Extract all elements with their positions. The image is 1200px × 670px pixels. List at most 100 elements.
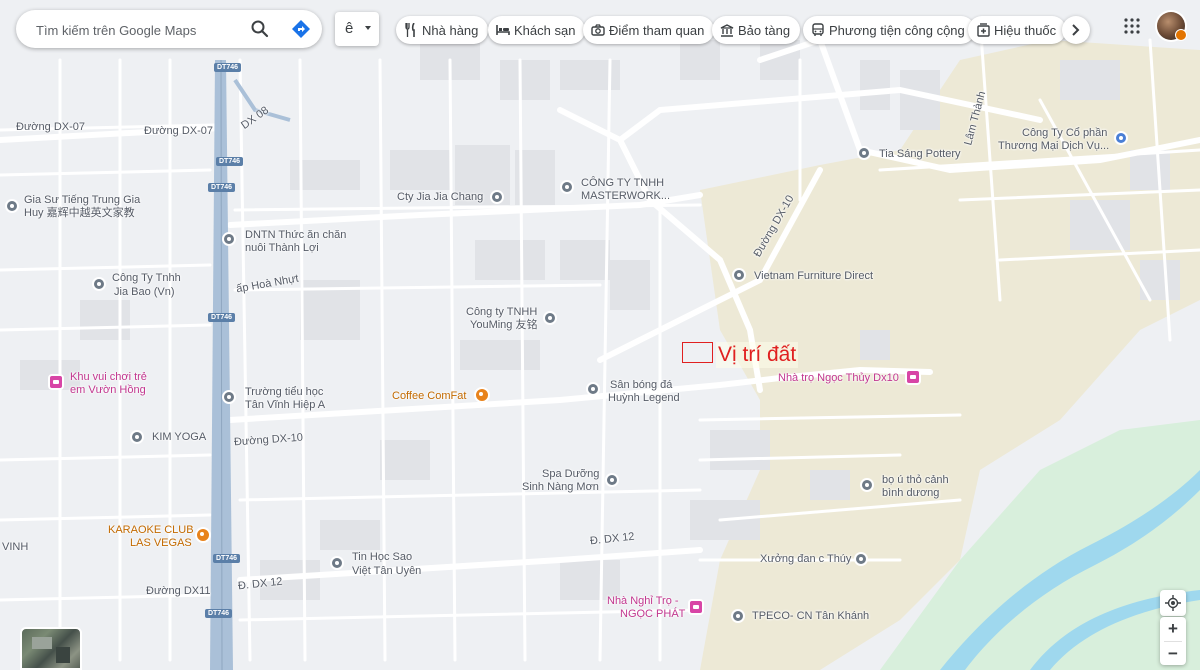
place-pin[interactable] [222, 390, 236, 404]
chip-label: Hiệu thuốc [994, 22, 1057, 38]
place-label[interactable]: Vietnam Furniture Direct [754, 270, 873, 283]
search-box [16, 10, 322, 48]
place-pin[interactable] [605, 473, 619, 487]
place-pin[interactable] [195, 527, 211, 543]
place-label[interactable]: YouMing 友铭 [470, 319, 537, 332]
place-label[interactable]: Việt Tân Uyên [352, 565, 421, 578]
place-label[interactable]: bình dương [882, 487, 939, 500]
place-label[interactable]: Công Ty Tnhh [112, 272, 181, 285]
place-pin[interactable] [5, 199, 19, 213]
place-label[interactable]: Huỳnh Legend [608, 392, 680, 405]
place-pin[interactable] [330, 556, 344, 570]
bus-icon [811, 23, 825, 37]
place-label[interactable]: Cty Jia Jia Chang [397, 191, 483, 204]
chevron-right-icon [1071, 23, 1081, 42]
zoom-in-icon[interactable]: + [1160, 617, 1186, 641]
pharmacy-icon [976, 23, 990, 37]
zoom-out-icon[interactable]: − [1160, 642, 1186, 665]
place-pin[interactable] [688, 599, 704, 615]
place-label[interactable]: CÔNG TY TNHH [581, 177, 664, 190]
bed-icon [496, 23, 510, 37]
place-pin[interactable] [731, 609, 745, 623]
satellite-texture [32, 637, 52, 649]
place-pin[interactable] [48, 374, 64, 390]
place-pin[interactable] [92, 277, 106, 291]
place-pin[interactable] [905, 369, 921, 385]
place-label[interactable]: Coffee ComFat [392, 390, 466, 403]
place-label[interactable]: Sân bóng đá [610, 379, 672, 392]
chip-label: Khách sạn [514, 22, 576, 38]
place-label[interactable]: NGỌC PHÁT [620, 608, 685, 621]
place-label[interactable]: KIM YOGA [152, 431, 206, 444]
place-label[interactable]: Jia Bao (Vn) [114, 286, 175, 299]
map-canvas[interactable] [0, 0, 1200, 670]
chip-transit[interactable]: Phương tiện công cộng [803, 16, 975, 44]
place-pin[interactable] [543, 311, 557, 325]
chip-label: Bảo tàng [738, 22, 791, 38]
place-pin[interactable] [1114, 131, 1128, 145]
road-label: Đường DX-07 [144, 125, 213, 137]
place-pin[interactable] [474, 387, 490, 403]
road-shield: DT746 [205, 609, 233, 618]
place-label[interactable]: Sinh Nàng Mơn [522, 481, 599, 494]
chip-restaurants[interactable]: Nhà hàng [396, 16, 489, 44]
chevron-down-icon [365, 26, 371, 30]
directions-icon[interactable] [290, 18, 312, 40]
chips-next-button[interactable] [1062, 16, 1090, 44]
place-label[interactable]: Xưởng đan c Thúy [760, 553, 851, 566]
place-label[interactable]: bọ ú thỏ cảnh [882, 474, 949, 487]
land-location-label: Vị trí đất [716, 342, 799, 368]
place-label[interactable]: Nhà Nghỉ Trọ - [607, 595, 679, 608]
language-button[interactable]: ê [335, 12, 379, 46]
place-label[interactable]: LAS VEGAS [130, 537, 192, 550]
place-pin[interactable] [857, 146, 871, 160]
chip-pharmacies[interactable]: Hiệu thuốc [968, 16, 1067, 44]
place-label[interactable]: Gia Sư Tiếng Trung Gia [24, 194, 140, 207]
place-label[interactable]: Công ty TNHH [466, 306, 537, 319]
place-label[interactable]: Tân Vĩnh Hiệp A [245, 399, 325, 412]
language-label: ê [345, 20, 354, 37]
place-pin[interactable] [130, 430, 144, 444]
chip-hotels[interactable]: Khách sạn [488, 16, 586, 44]
museum-icon [720, 23, 734, 37]
place-label[interactable]: Tia Sáng Pottery [879, 148, 961, 161]
fork-knife-icon [404, 23, 418, 37]
layers-thumbnail[interactable] [20, 627, 82, 670]
place-pin[interactable] [854, 552, 868, 566]
place-label[interactable]: Công Ty Cổ phần [1022, 127, 1107, 140]
search-input[interactable] [34, 19, 248, 41]
place-label[interactable]: nuôi Thành Lợi [245, 242, 319, 255]
search-icon[interactable] [250, 19, 270, 39]
road-shield: DT746 [208, 183, 236, 192]
place-label[interactable]: KARAOKE CLUB [108, 524, 194, 537]
place-label[interactable]: Thương Mại Dịch Vụ... [998, 140, 1109, 153]
chip-attractions[interactable]: Điểm tham quan [583, 16, 715, 44]
place-pin[interactable] [586, 382, 600, 396]
place-pin[interactable] [560, 180, 574, 194]
place-label[interactable]: Tin Học Sao [352, 551, 412, 564]
place-pin[interactable] [222, 232, 236, 246]
road-label: VINH [2, 541, 29, 553]
place-label[interactable]: TPECO- CN Tân Khánh [752, 610, 869, 623]
place-label[interactable]: em Vườn Hồng [70, 384, 146, 397]
road-shield: DT746 [214, 63, 242, 72]
place-pin[interactable] [860, 478, 874, 492]
place-pin[interactable] [490, 190, 504, 204]
my-location-button[interactable] [1160, 590, 1186, 616]
place-label[interactable]: MASTERWORK... [581, 190, 670, 203]
place-pin[interactable] [732, 268, 746, 282]
chip-label: Điểm tham quan [609, 22, 705, 38]
road-shield: DT746 [208, 313, 236, 322]
place-label[interactable]: Khu vui chơi trẻ [70, 371, 147, 384]
satellite-texture [56, 647, 70, 663]
place-label[interactable]: DNTN Thức ăn chăn [245, 229, 346, 242]
place-label[interactable]: Huy 嘉辉中越英文家教 [24, 207, 135, 220]
place-label[interactable]: Trường tiểu học [245, 386, 323, 399]
place-label[interactable]: Nhà trọ Ngọc Thủy Dx10 [778, 372, 899, 385]
place-label[interactable]: Spa Dưỡng [542, 468, 599, 481]
crosshair-icon [1165, 595, 1181, 616]
chip-museums[interactable]: Bảo tàng [712, 16, 801, 44]
road-shield: DT746 [216, 157, 244, 166]
avatar[interactable] [1157, 12, 1187, 41]
apps-grid-icon[interactable] [1124, 18, 1140, 34]
